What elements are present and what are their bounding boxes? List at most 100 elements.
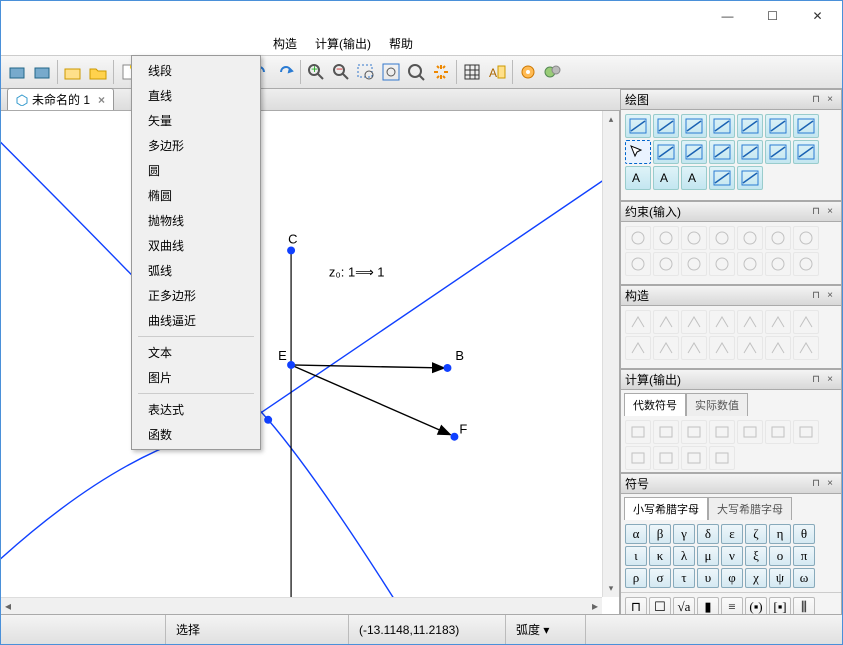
draw-tool-4[interactable] (737, 114, 763, 138)
scroll-up-icon[interactable]: ▴ (603, 111, 619, 128)
draw-tool-6[interactable] (793, 114, 819, 138)
menu-item-vector[interactable]: 矢量 (134, 108, 258, 133)
draw-tool-12[interactable] (765, 140, 791, 164)
panel-close-icon[interactable]: × (823, 478, 837, 489)
pin-icon[interactable]: ⊓ (809, 290, 823, 301)
panel-close-icon[interactable]: × (823, 290, 837, 301)
compute-tool-8[interactable] (653, 446, 679, 470)
constraint-tool-13[interactable] (793, 252, 819, 276)
draw-tool-18[interactable] (737, 166, 763, 190)
draw-tool-11[interactable] (737, 140, 763, 164)
redo-button[interactable] (273, 60, 297, 84)
greek-α[interactable]: α (625, 524, 647, 544)
compute-tab-algebraic[interactable]: 代数符号 (624, 393, 686, 416)
zoom-in-button[interactable]: + (304, 60, 328, 84)
greek-ψ[interactable]: ψ (769, 568, 791, 588)
greek-κ[interactable]: κ (649, 546, 671, 566)
menu-item-curve-approx[interactable]: 曲线逼近 (134, 308, 258, 333)
greek-λ[interactable]: λ (673, 546, 695, 566)
construct-tool-12[interactable] (765, 336, 791, 360)
menu-item-text[interactable]: 文本 (134, 340, 258, 365)
zoom-actual-button[interactable] (404, 60, 428, 84)
draw-tool-14[interactable]: A (625, 166, 651, 190)
geometry-canvas[interactable]: C E B F z₀: 1⟹ 1 (1, 111, 619, 614)
settings-2-button[interactable] (541, 60, 565, 84)
menu-item-image[interactable]: 图片 (134, 365, 258, 390)
draw-tool-7[interactable] (625, 140, 651, 164)
document-tab[interactable]: 未命名的 1 × (7, 88, 114, 110)
construct-tool-8[interactable] (653, 336, 679, 360)
construct-tool-9[interactable] (681, 336, 707, 360)
close-button[interactable]: ✕ (795, 2, 840, 30)
draw-tool-9[interactable] (681, 140, 707, 164)
vertical-scrollbar[interactable]: ▴ ▾ (602, 111, 619, 597)
scroll-right-icon[interactable]: ▸ (592, 599, 598, 613)
greek-ν[interactable]: ν (721, 546, 743, 566)
greek-μ[interactable]: μ (697, 546, 719, 566)
constraint-tool-3[interactable] (709, 226, 735, 250)
compute-tool-0[interactable] (625, 420, 651, 444)
greek-φ[interactable]: φ (721, 568, 743, 588)
greek-θ[interactable]: θ (793, 524, 815, 544)
draw-tool-17[interactable] (709, 166, 735, 190)
menu-compute[interactable]: 计算(输出) (307, 32, 379, 55)
symbol-tab-uppercase[interactable]: 大写希腊字母 (708, 497, 792, 520)
tab-close-button[interactable]: × (98, 93, 105, 107)
constraint-tool-8[interactable] (653, 252, 679, 276)
horizontal-scrollbar[interactable]: ◂ ▸ (1, 597, 602, 614)
menu-item-expression[interactable]: 表达式 (134, 397, 258, 422)
menu-help[interactable]: 帮助 (381, 32, 421, 55)
tool-generic-1[interactable] (5, 60, 29, 84)
greek-ξ[interactable]: ξ (745, 546, 767, 566)
scroll-left-icon[interactable]: ◂ (5, 599, 11, 613)
menu-item-polygon[interactable]: 多边形 (134, 133, 258, 158)
text-style-button[interactable]: A (485, 60, 509, 84)
menu-item-function[interactable]: 函数 (134, 422, 258, 447)
construct-tool-11[interactable] (737, 336, 763, 360)
construct-tool-1[interactable] (653, 310, 679, 334)
construct-tool-13[interactable] (793, 336, 819, 360)
greek-β[interactable]: β (649, 524, 671, 544)
zoom-fit-button[interactable] (379, 60, 403, 84)
maximize-button[interactable]: ☐ (750, 2, 795, 30)
greek-ζ[interactable]: ζ (745, 524, 767, 544)
compute-tool-10[interactable] (709, 446, 735, 470)
construct-tool-6[interactable] (793, 310, 819, 334)
compute-tool-7[interactable] (625, 446, 651, 470)
scroll-down-icon[interactable]: ▾ (603, 580, 619, 597)
greek-ι[interactable]: ι (625, 546, 647, 566)
construct-tool-2[interactable] (681, 310, 707, 334)
compute-tool-1[interactable] (653, 420, 679, 444)
greek-σ[interactable]: σ (649, 568, 671, 588)
greek-η[interactable]: η (769, 524, 791, 544)
menu-item-line[interactable]: 直线 (134, 83, 258, 108)
grid-button[interactable] (460, 60, 484, 84)
tool-folder[interactable] (86, 60, 110, 84)
greek-ρ[interactable]: ρ (625, 568, 647, 588)
greek-ε[interactable]: ε (721, 524, 743, 544)
pin-icon[interactable]: ⊓ (809, 94, 823, 105)
minimize-button[interactable]: — (705, 2, 750, 30)
zoom-region-button[interactable] (354, 60, 378, 84)
greek-ω[interactable]: ω (793, 568, 815, 588)
constraint-tool-4[interactable] (737, 226, 763, 250)
draw-tool-10[interactable] (709, 140, 735, 164)
compute-tool-4[interactable] (737, 420, 763, 444)
symbol-tab-lowercase[interactable]: 小写希腊字母 (624, 497, 708, 520)
pin-icon[interactable]: ⊓ (809, 478, 823, 489)
greek-τ[interactable]: τ (673, 568, 695, 588)
constraint-tool-10[interactable] (709, 252, 735, 276)
tool-open[interactable] (61, 60, 85, 84)
menu-item-regular-polygon[interactable]: 正多边形 (134, 283, 258, 308)
status-angle-mode[interactable]: 弧度 ▾ (506, 615, 586, 644)
greek-δ[interactable]: δ (697, 524, 719, 544)
construct-tool-3[interactable] (709, 310, 735, 334)
menu-item-arc[interactable]: 弧线 (134, 258, 258, 283)
menu-construct[interactable]: 构造 (265, 32, 305, 55)
constraint-tool-12[interactable] (765, 252, 791, 276)
greek-χ[interactable]: χ (745, 568, 767, 588)
compute-tool-6[interactable] (793, 420, 819, 444)
draw-tool-5[interactable] (765, 114, 791, 138)
greek-ο[interactable]: ο (769, 546, 791, 566)
menu-item-parabola[interactable]: 抛物线 (134, 208, 258, 233)
